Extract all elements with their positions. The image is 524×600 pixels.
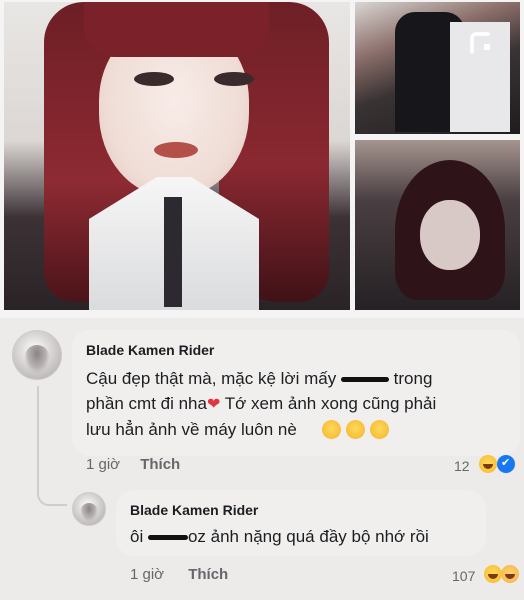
lips <box>154 142 198 158</box>
reply-text-part: oz ảnh nặng quá đầy bộ nhớ rồi <box>187 527 429 546</box>
comment-line-1: Cậu đẹp thật mà, mặc kệ lời mấy trong <box>86 366 516 391</box>
heart-emoji: ❤ <box>206 396 221 413</box>
post-photo-grid <box>0 0 524 318</box>
like-icon[interactable] <box>497 455 515 473</box>
reply-thread-line <box>37 386 67 506</box>
kiss-emoji <box>370 420 389 439</box>
sad-icon[interactable] <box>501 565 519 583</box>
avatar[interactable] <box>72 492 106 526</box>
bottom-right-photo[interactable] <box>355 140 520 310</box>
reaction-count[interactable]: 12 <box>454 458 470 474</box>
comment-author[interactable]: Blade Kamen Rider <box>86 342 214 358</box>
comment-meta: 1 giờ Thích <box>86 456 180 473</box>
reply-meta: 1 giờ Thích <box>130 566 228 583</box>
comment-text-part: lưu hẳn ảnh về máy luôn nè <box>86 420 297 439</box>
comment-section: Blade Kamen Rider Cậu đẹp thật mà, mặc k… <box>0 318 524 600</box>
comment-text-part: Cậu đẹp thật mà, mặc kệ lời mấy <box>86 369 341 388</box>
comment-text-part: phần cmt đi nha <box>86 394 207 413</box>
comment-text-part: trong <box>388 369 433 388</box>
bangs <box>84 2 269 57</box>
main-photo[interactable] <box>4 2 350 310</box>
haha-icon[interactable] <box>479 455 497 473</box>
reply-text-part: ôi <box>130 527 148 546</box>
comment-time[interactable]: 1 giờ <box>86 456 120 473</box>
censor-bar <box>340 377 389 383</box>
reply-text: ôi oz ảnh nặng quá đầy bộ nhớ rồi <box>130 524 486 549</box>
comment-text-part: Tớ xem ảnh xong cũng phải <box>220 394 437 413</box>
tie <box>164 197 182 307</box>
face <box>420 200 480 270</box>
comment-line-3: lưu hẳn ảnh về máy luôn nè <box>86 417 516 442</box>
censor-bar <box>147 535 188 541</box>
eye-left <box>134 72 174 86</box>
reply-author[interactable]: Blade Kamen Rider <box>130 502 258 518</box>
reaction-count[interactable]: 107 <box>452 568 475 584</box>
expand-corner-icon[interactable] <box>468 30 494 56</box>
comment-text: Cậu đẹp thật mà, mặc kệ lời mấy trong ph… <box>86 366 516 442</box>
reply-time[interactable]: 1 giờ <box>130 566 164 583</box>
comment-bubble[interactable]: Blade Kamen Rider Cậu đẹp thật mà, mặc k… <box>72 330 520 456</box>
eye-right <box>214 72 254 86</box>
kiss-emoji <box>322 420 341 439</box>
comment-line-2: phần cmt đi nha❤ Tớ xem ảnh xong cũng ph… <box>86 391 516 417</box>
like-action[interactable]: Thích <box>140 456 180 473</box>
like-action[interactable]: Thích <box>188 566 228 583</box>
reply-bubble[interactable]: Blade Kamen Rider ôi oz ảnh nặng quá đầy… <box>116 490 486 556</box>
haha-icon[interactable] <box>484 565 502 583</box>
top-right-photo[interactable] <box>355 2 520 134</box>
avatar[interactable] <box>12 330 62 380</box>
kiss-emoji <box>346 420 365 439</box>
